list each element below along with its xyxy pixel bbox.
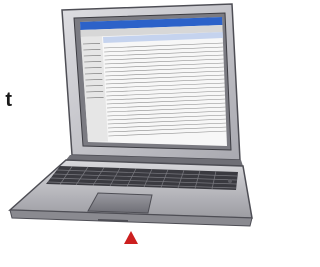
laptop-screen (80, 17, 228, 146)
laptop-trackpad[interactable] (87, 192, 153, 214)
power-button[interactable] (228, 179, 232, 183)
laptop-illustration (8, 3, 253, 244)
triangle-up-icon (124, 231, 138, 244)
